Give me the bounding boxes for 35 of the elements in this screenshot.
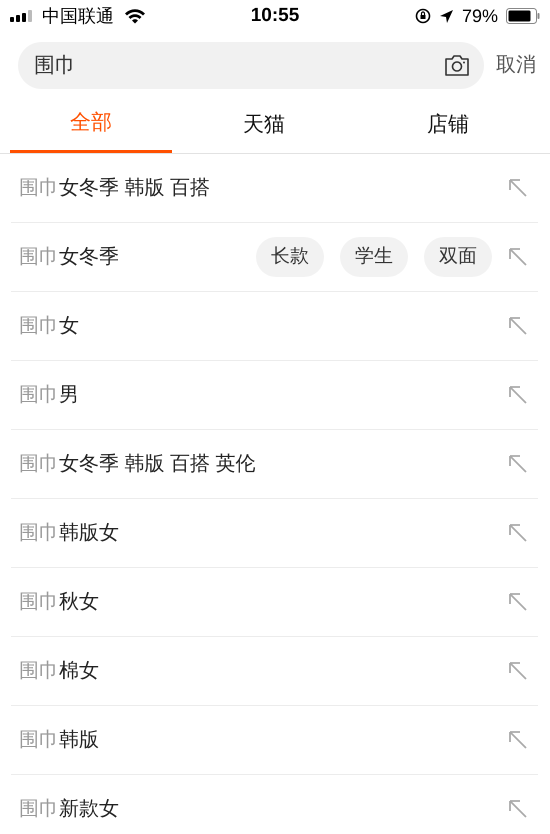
fill-arrow-icon[interactable] (508, 522, 528, 543)
rotation-lock-icon (414, 8, 431, 24)
carrier-name: 中国联通 (42, 4, 114, 28)
location-arrow-icon (438, 8, 454, 24)
suggestion-text[interactable]: 围巾秋女 (19, 587, 99, 617)
suggestion-text[interactable]: 围巾韩版 (19, 725, 99, 755)
search-field[interactable]: 围巾 (18, 42, 484, 88)
fill-arrow-icon[interactable] (508, 730, 528, 750)
suggestion-text[interactable]: 围巾 新款女 (19, 794, 119, 824)
tag-chip[interactable]: 长款 (256, 236, 324, 278)
suggestion-text[interactable]: 围巾女 (19, 311, 79, 341)
fill-arrow-icon[interactable] (508, 660, 528, 681)
battery-percent: 79% (462, 4, 498, 28)
fill-arrow-icon[interactable] (508, 178, 528, 198)
tag-chip[interactable]: 学生 (340, 236, 408, 278)
fill-arrow-icon[interactable] (508, 798, 528, 819)
suggestion-text[interactable]: 围巾 男 (19, 380, 79, 410)
fill-arrow-icon[interactable] (508, 246, 528, 267)
fill-arrow-icon[interactable] (508, 454, 528, 474)
clock: 10:55 (250, 4, 300, 28)
tab[interactable]: 店铺 (356, 96, 540, 153)
battery-icon (506, 8, 540, 24)
tab[interactable]: 天猫 (172, 96, 356, 153)
fill-arrow-icon[interactable] (508, 384, 528, 405)
wifi-icon (124, 8, 146, 24)
fill-arrow-icon[interactable] (508, 316, 528, 336)
suggestion-text[interactable]: 围巾女冬季 (19, 242, 119, 272)
suggestion-text[interactable]: 围巾女冬季 韩版 百搭 英伦 (19, 449, 256, 479)
tag-chip[interactable]: 双面 (424, 236, 492, 278)
suggestion-text[interactable]: 围巾女冬季 韩版 百搭 (19, 173, 210, 203)
cancel-button[interactable]: 取消 (484, 50, 542, 80)
fill-arrow-icon[interactable] (508, 592, 528, 612)
camera-icon[interactable] (444, 52, 470, 76)
suggestion-text[interactable]: 围巾韩版女 (19, 518, 119, 548)
suggestion-text[interactable]: 围巾棉女 (19, 656, 99, 686)
